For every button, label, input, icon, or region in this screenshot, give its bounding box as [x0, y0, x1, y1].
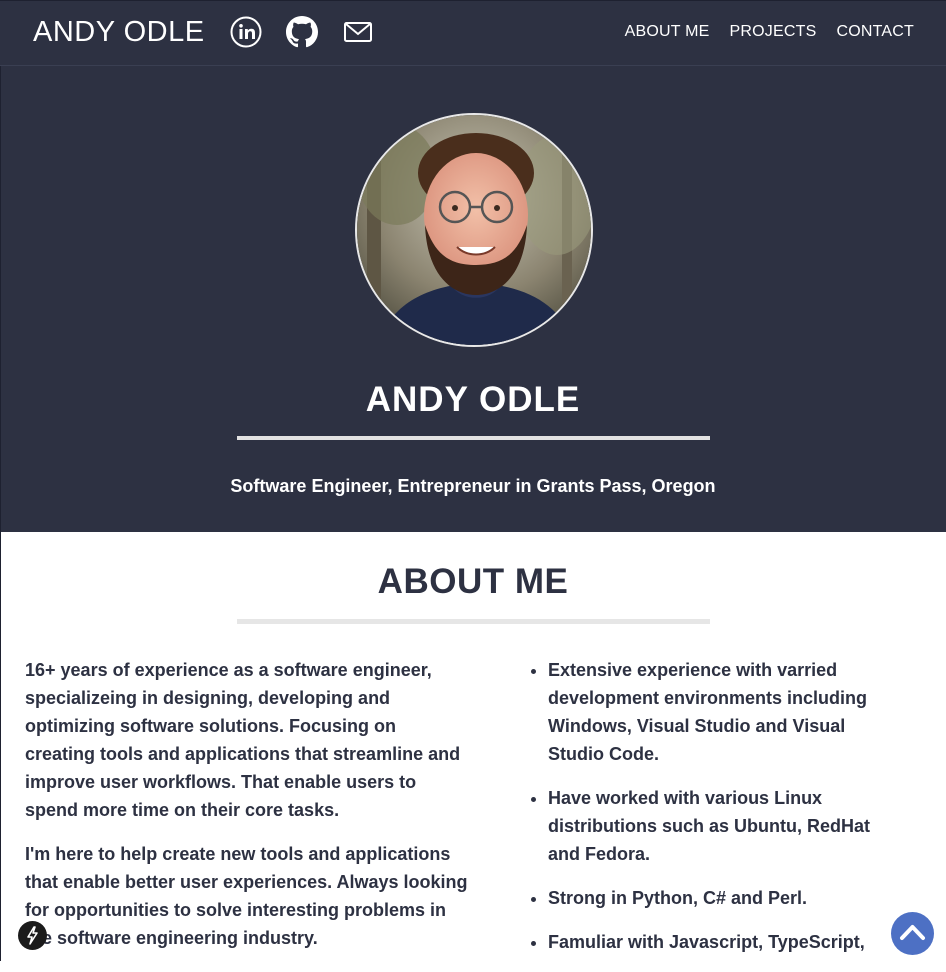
avatar: [355, 113, 593, 347]
navbar: ANDY ODLE ABOUT ME PROJECTS CONTACT: [0, 0, 946, 66]
skills-list-item: Have worked with various Linux distribut…: [548, 784, 884, 868]
skills-list-item: Strong in Python, C# and Perl.: [548, 884, 884, 912]
skills-list-item: Extensive experience with varried develo…: [548, 656, 884, 768]
hero-title: ANDY ODLE: [365, 380, 581, 419]
scroll-to-top-button[interactable]: [891, 912, 934, 955]
about-divider: [237, 619, 710, 624]
about-paragraph: I'm here to help create new tools and ap…: [25, 844, 468, 948]
hero-section: ANDY ODLE Software Engineer, Entrepreneu…: [0, 66, 946, 532]
skills-list: Extensive experience with varried develo…: [524, 656, 884, 956]
hero-divider: [237, 436, 710, 440]
nav-projects[interactable]: PROJECTS: [730, 22, 817, 42]
about-title: ABOUT ME: [377, 562, 569, 601]
page-left-border: [0, 66, 1, 961]
mail-icon[interactable]: [342, 16, 374, 48]
nav-links: ABOUT ME PROJECTS CONTACT: [625, 22, 914, 42]
about-text: 16+ years of experience as a software en…: [25, 656, 470, 968]
github-icon[interactable]: [286, 16, 318, 48]
nav-about-me[interactable]: ABOUT ME: [625, 22, 710, 42]
about-paragraph: 16+ years of experience as a software en…: [25, 660, 461, 820]
nav-contact[interactable]: CONTACT: [836, 22, 914, 42]
chevron-up-icon: [900, 925, 925, 940]
bolt-icon: [27, 926, 38, 945]
linkedin-icon[interactable]: [230, 16, 262, 48]
skills-list-item: Famuliar with Javascript, TypeScript,: [548, 928, 884, 956]
brand-logo[interactable]: ANDY ODLE: [33, 14, 205, 50]
hero-subtitle: Software Engineer, Entrepreneur in Grant…: [230, 476, 716, 496]
navbar-top-border: [0, 0, 946, 1]
about-skills: Extensive experience with varried develo…: [524, 656, 884, 972]
bolt-button[interactable]: [18, 921, 47, 950]
